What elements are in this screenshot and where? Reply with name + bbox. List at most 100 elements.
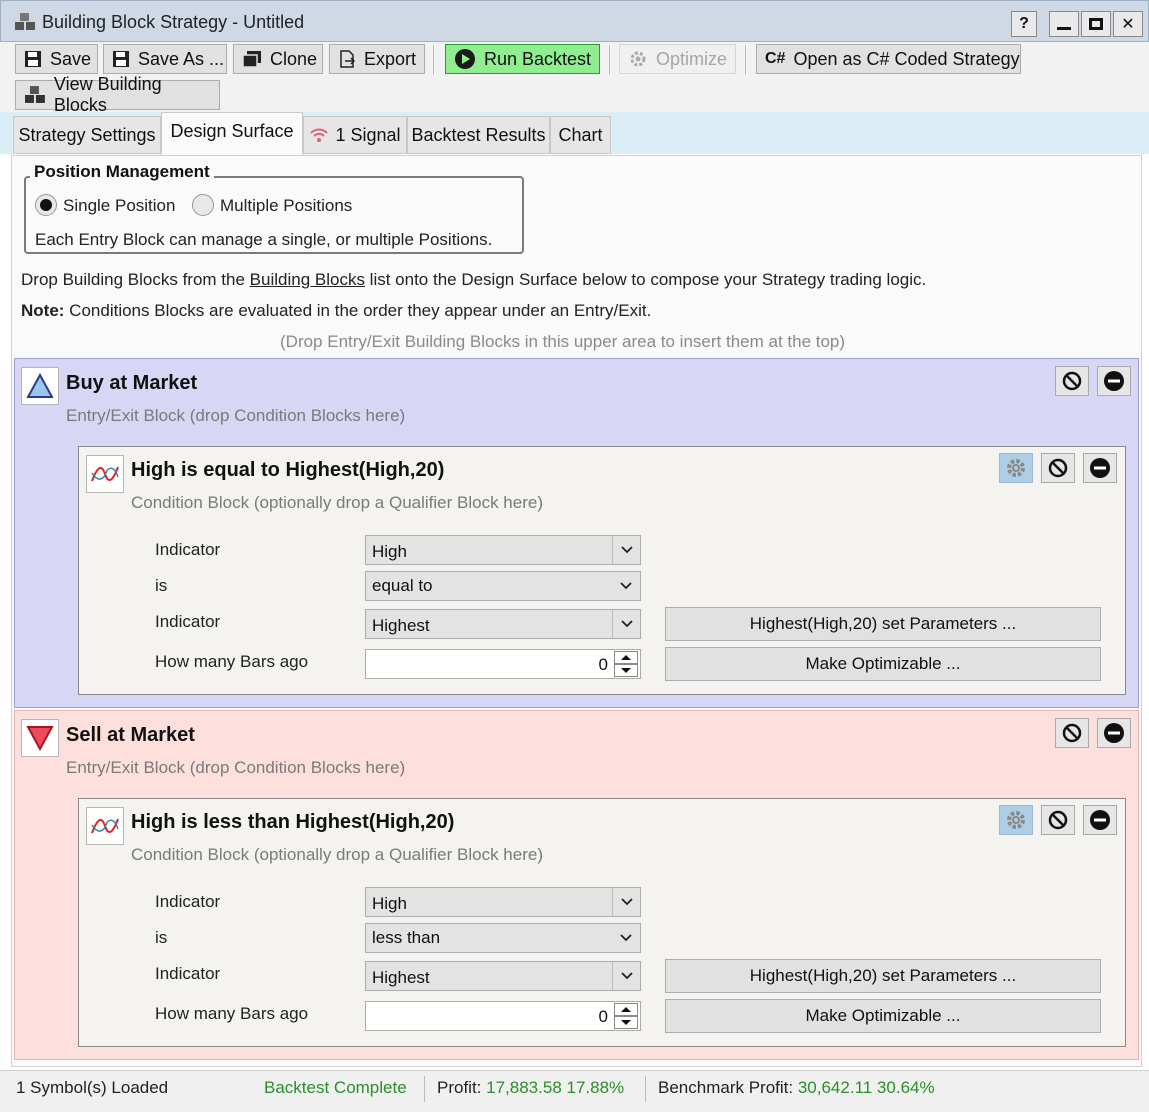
single-position-radio[interactable] <box>35 194 57 216</box>
optimize-label: Optimize <box>656 48 728 69</box>
instructions-line: Drop Building Blocks from the Building B… <box>21 270 926 290</box>
open-csharp-button[interactable]: C# Open as C# Coded Strategy <box>756 44 1021 74</box>
export-icon <box>340 50 356 68</box>
save-button[interactable]: Save <box>15 44 98 74</box>
maximize-button[interactable] <box>1081 11 1111 37</box>
backtest-status: Backtest Complete <box>264 1078 407 1097</box>
clone-button[interactable]: Clone <box>233 44 323 74</box>
benchmark-value: 30,642.11 30.64% <box>797 1078 935 1097</box>
benchmark-label: Benchmark Profit: <box>658 1078 794 1097</box>
building-blocks-link[interactable]: Building Blocks <box>250 270 365 289</box>
decrement-arrow-icon[interactable] <box>614 664 638 677</box>
decrement-arrow-icon[interactable] <box>614 1016 638 1029</box>
chevron-down-icon <box>612 610 640 638</box>
position-management-description: Each Entry Block can manage a single, or… <box>35 230 493 249</box>
blocks-icon <box>14 12 36 37</box>
csharp-icon: C# <box>765 50 786 67</box>
bars-ago-stepper[interactable]: 0 <box>365 1001 641 1031</box>
note-text: Conditions Blocks are evaluated in the o… <box>64 301 652 320</box>
is-label: is <box>155 576 168 595</box>
remove-block-button[interactable] <box>1097 366 1131 396</box>
blocks-icon <box>24 86 45 103</box>
chevron-down-icon <box>612 888 640 916</box>
toolbar-separator <box>433 45 434 75</box>
operator-value: less than <box>372 928 441 947</box>
condition-settings-button[interactable] <box>999 805 1033 835</box>
chevron-down-icon <box>612 572 640 600</box>
tab-design-surface[interactable]: Design Surface <box>161 112 303 156</box>
minus-circle-icon <box>1090 458 1110 478</box>
indicator2-value: Highest <box>372 616 430 635</box>
condition-subtitle: Condition Block (optionally drop a Quali… <box>131 845 543 864</box>
profit-value: 17,883.58 17.88% <box>486 1078 625 1097</box>
remove-block-button[interactable] <box>1097 718 1131 748</box>
note-line: Note: Conditions Blocks are evaluated in… <box>21 301 651 321</box>
make-optimizable-button[interactable]: Make Optimizable ... <box>665 999 1101 1033</box>
bars-ago-label: How many Bars ago <box>155 1004 309 1023</box>
view-building-blocks-button[interactable]: View Building Blocks <box>15 74 220 115</box>
bars-ago-stepper[interactable]: 0 <box>365 649 641 679</box>
tab-strategy-settings[interactable]: Strategy Settings <box>13 116 161 154</box>
set-parameters-button[interactable]: Highest(High,20) set Parameters ... <box>665 607 1101 641</box>
save-label: Save <box>50 48 92 69</box>
indicator-crossover-icon <box>86 455 124 493</box>
make-optimizable-button[interactable]: Make Optimizable ... <box>665 647 1101 681</box>
bars-ago-label: How many Bars ago <box>155 652 309 671</box>
run-backtest-label: Run Backtest <box>484 48 592 69</box>
remove-condition-button[interactable] <box>1083 453 1117 483</box>
condition-subtitle: Condition Block (optionally drop a Quali… <box>131 493 543 512</box>
help-button[interactable]: ? <box>1011 11 1037 37</box>
indicator1-select[interactable]: High <box>365 535 641 565</box>
export-button[interactable]: Export <box>329 44 425 74</box>
gear-icon <box>1007 459 1025 477</box>
tab-chart[interactable]: Chart <box>550 116 611 154</box>
indicator1-value: High <box>372 894 407 913</box>
condition-title: High is equal to Highest(High,20) <box>131 459 445 481</box>
operator-select[interactable]: equal to <box>365 571 641 601</box>
disable-block-button[interactable] <box>1055 718 1089 748</box>
disable-condition-button[interactable] <box>1041 453 1075 483</box>
ban-icon <box>1048 810 1068 830</box>
minimize-button[interactable] <box>1049 11 1079 37</box>
multiple-positions-radio[interactable] <box>192 194 214 216</box>
note-label: Note: <box>21 301 65 320</box>
position-management-title: Position Management <box>30 162 214 182</box>
indicator1-select[interactable]: High <box>365 887 641 917</box>
ban-icon <box>1048 458 1068 478</box>
increment-arrow-icon[interactable] <box>614 1003 638 1016</box>
increment-arrow-icon[interactable] <box>614 651 638 664</box>
set-parameters-button[interactable]: Highest(High,20) set Parameters ... <box>665 959 1101 993</box>
indicator2-value: Highest <box>372 968 430 987</box>
open-csharp-label: Open as C# Coded Strategy <box>793 48 1020 69</box>
multiple-positions-label[interactable]: Multiple Positions <box>220 196 352 216</box>
chevron-down-icon <box>612 962 640 990</box>
tab-label: Backtest Results <box>411 124 546 145</box>
chevron-down-icon <box>612 924 640 952</box>
minus-circle-icon <box>1104 371 1124 391</box>
save-as-button[interactable]: Save As ... <box>103 44 227 74</box>
minimize-icon <box>1057 26 1071 30</box>
indicator2-select[interactable]: Highest <box>365 961 641 991</box>
close-button[interactable]: ✕ <box>1113 11 1143 37</box>
operator-select[interactable]: less than <box>365 923 641 953</box>
remove-condition-button[interactable] <box>1083 805 1117 835</box>
single-position-label[interactable]: Single Position <box>63 196 175 216</box>
indicator-label: Indicator <box>155 540 221 559</box>
tab-signals[interactable]: 1 Signal <box>303 116 407 154</box>
gear-icon <box>1007 811 1025 829</box>
ban-icon <box>1062 371 1082 391</box>
condition-settings-button[interactable] <box>999 453 1033 483</box>
triangle-down-icon <box>21 719 59 757</box>
disable-block-button[interactable] <box>1055 366 1089 396</box>
tab-backtest-results[interactable]: Backtest Results <box>407 116 550 154</box>
indicator2-select[interactable]: Highest <box>365 609 641 639</box>
profit-status: Profit: 17,883.58 17.88% <box>437 1078 624 1098</box>
run-backtest-button[interactable]: Run Backtest <box>445 44 600 74</box>
optimize-button[interactable]: Optimize <box>619 44 736 74</box>
symbols-loaded-status: 1 Symbol(s) Loaded <box>16 1078 169 1097</box>
entry-block-title: Buy at Market <box>66 372 198 394</box>
tab-label: Design Surface <box>170 121 294 141</box>
disable-condition-button[interactable] <box>1041 805 1075 835</box>
status-separator <box>645 1076 646 1102</box>
condition-title: High is less than Highest(High,20) <box>131 811 455 833</box>
